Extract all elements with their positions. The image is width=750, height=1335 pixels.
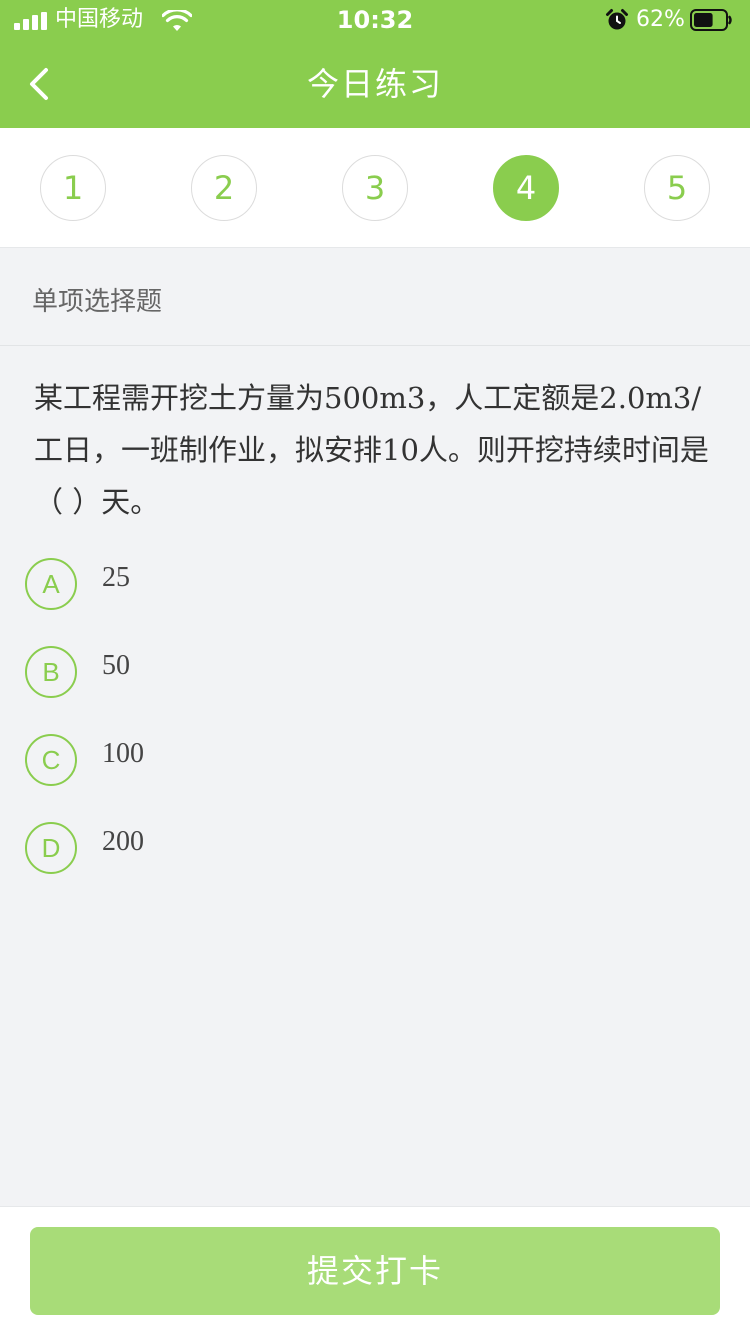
option-c[interactable]: C 100 [25, 734, 715, 786]
option-d-letter: D [25, 822, 77, 874]
option-d-text: 200 [102, 826, 144, 857]
option-a[interactable]: A 25 [25, 558, 715, 610]
status-bar: 中国移动 10:32 62% [0, 0, 750, 40]
page-title: 今日练习 [306, 65, 443, 103]
option-b-text: 50 [102, 650, 130, 681]
option-b-letter: B [25, 646, 77, 698]
step-1[interactable]: 1 [40, 155, 106, 221]
option-d[interactable]: D 200 [25, 822, 715, 874]
footer-bar: 提交打卡 [0, 1206, 750, 1335]
option-a-letter: A [25, 558, 77, 610]
battery-icon [690, 9, 732, 31]
alarm-icon [606, 9, 628, 30]
step-2[interactable]: 2 [191, 155, 257, 221]
step-3[interactable]: 3 [342, 155, 408, 221]
submit-checkin-button[interactable]: 提交打卡 [30, 1227, 720, 1315]
app-header: 中国移动 10:32 62% 今日练习 [0, 0, 750, 128]
question-text: 某工程需开挖土方量为500m3，人工定额是2.0m3/工日，一班制作业，拟安排1… [34, 381, 709, 519]
question-stepper: 1 2 3 4 5 [0, 128, 750, 248]
divider [0, 345, 750, 346]
option-c-letter: C [25, 734, 77, 786]
battery-percent: 62% [636, 7, 685, 32]
question-type-label: 单项选择题 [32, 287, 163, 317]
option-c-text: 100 [102, 738, 144, 769]
step-4[interactable]: 4 [493, 155, 559, 221]
option-a-text: 25 [102, 562, 130, 593]
option-b[interactable]: B 50 [25, 646, 715, 698]
step-5[interactable]: 5 [644, 155, 710, 221]
nav-bar: 今日练习 [0, 40, 750, 128]
